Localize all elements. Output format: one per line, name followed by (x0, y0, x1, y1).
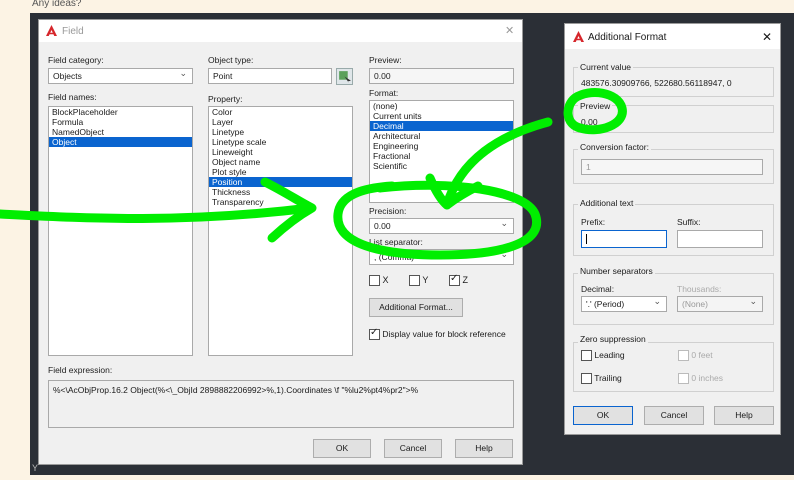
ok-button[interactable]: OK (573, 406, 633, 425)
help-button[interactable]: Help (714, 406, 774, 425)
list-item-selected[interactable]: Decimal (370, 121, 513, 131)
list-item[interactable]: Fractional (370, 151, 513, 161)
preview-label: Preview (578, 101, 613, 111)
checkbox-box (581, 373, 592, 385)
thousands-separator-dropdown: (None) (677, 296, 763, 312)
checkbox-box-checked (369, 327, 380, 341)
field-expression-label: Field expression: (48, 365, 113, 375)
list-item[interactable]: Formula (49, 117, 192, 127)
field-dialog-titlebar[interactable] (39, 20, 522, 42)
checkbox-box (369, 275, 380, 287)
number-separators-label: Number separators (578, 266, 655, 276)
field-category-dropdown[interactable]: Objects (48, 68, 193, 84)
preview-value: 0.00 (581, 117, 598, 127)
field-dialog-title: Field (62, 26, 84, 37)
list-separator-dropdown[interactable]: , (Comma) (369, 249, 514, 265)
suffix-label: Suffix: (677, 217, 701, 227)
x-checkbox[interactable]: X (369, 275, 389, 287)
current-value-label: Current value (578, 62, 634, 72)
checkbox-box-checked (449, 273, 460, 287)
format-list[interactable]: (none) Current units Decimal Architectur… (369, 100, 514, 203)
list-item-selected[interactable]: Position (209, 177, 352, 187)
list-item[interactable]: Thickness (209, 187, 352, 197)
preview-field: 0.00 (369, 68, 514, 84)
field-expression-box[interactable]: %<\AcObjProp.16.2 Object(%<\_ObjId 28988… (48, 380, 514, 428)
autocad-logo-icon (573, 31, 584, 42)
precision-dropdown[interactable]: 0.00 (369, 218, 514, 234)
precision-label: Precision: (369, 206, 407, 216)
field-category-label: Field category: (48, 55, 104, 65)
list-item[interactable]: Plot style (209, 167, 352, 177)
help-button[interactable]: Help (455, 439, 513, 458)
list-item[interactable]: Linetype scale (209, 137, 352, 147)
thousands-label: Thousands: (677, 284, 722, 294)
list-item[interactable]: Lineweight (209, 147, 352, 157)
list-item[interactable]: Linetype (209, 127, 352, 137)
select-object-button[interactable] (336, 68, 353, 85)
list-item[interactable]: Layer (209, 117, 352, 127)
list-item[interactable]: Transparency (209, 197, 352, 207)
list-item[interactable]: Architectural (370, 131, 513, 141)
format-label: Format: (369, 88, 399, 98)
cancel-button[interactable]: Cancel (384, 439, 442, 458)
list-item-selected[interactable]: Object (49, 137, 192, 147)
additional-format-button[interactable]: Additional Format... (369, 298, 463, 317)
ok-button[interactable]: OK (313, 439, 371, 458)
additional-format-dialog: Additional Format ✕ Current value 483576… (564, 23, 781, 435)
select-objects-icon (339, 71, 351, 84)
list-item[interactable]: BlockPlaceholder (49, 107, 192, 117)
zero-feet-checkbox: 0 feet (678, 350, 713, 362)
close-icon[interactable]: ✕ (505, 24, 514, 37)
cancel-button[interactable]: Cancel (644, 406, 704, 425)
current-value-text: 483576.30909766, 522680.56118947, 0 (581, 78, 732, 88)
object-type-label: Object type: (208, 55, 254, 65)
field-dialog: Field ✕ Field category: Objects Field na… (38, 19, 523, 465)
zero-inches-checkbox: 0 inches (678, 373, 723, 385)
conversion-factor-field: 1 (581, 159, 763, 175)
list-separator-label: List separator: (369, 237, 423, 247)
field-names-label: Field names: (48, 92, 97, 102)
checkbox-box (581, 350, 592, 362)
conversion-factor-label: Conversion factor: (578, 142, 651, 152)
checkbox-box (409, 275, 420, 287)
list-item[interactable]: Color (209, 107, 352, 117)
trailing-checkbox[interactable]: Trailing (581, 373, 622, 385)
checkbox-box (678, 373, 689, 385)
display-value-checkbox[interactable]: Display value for block reference (369, 327, 506, 341)
prefix-label: Prefix: (581, 217, 606, 227)
prefix-input[interactable] (581, 230, 667, 248)
leading-checkbox[interactable]: Leading (581, 350, 625, 362)
list-item[interactable]: Engineering (370, 141, 513, 151)
close-icon[interactable]: ✕ (762, 30, 772, 44)
preview-label: Preview: (369, 55, 402, 65)
decimal-label: Decimal: (581, 284, 615, 294)
list-item[interactable]: NamedObject (49, 127, 192, 137)
checkbox-box (678, 350, 689, 362)
y-checkbox[interactable]: Y (409, 275, 428, 287)
list-item[interactable]: (none) (370, 101, 513, 111)
list-item[interactable]: Scientific (370, 161, 513, 171)
property-list[interactable]: Color Layer Linetype Linetype scale Line… (208, 106, 353, 356)
list-item[interactable]: Current units (370, 111, 513, 121)
property-label: Property: (208, 94, 243, 104)
field-names-list[interactable]: BlockPlaceholder Formula NamedObject Obj… (48, 106, 193, 356)
forum-question-text: Any ideas? (32, 0, 82, 9)
object-type-field[interactable]: Point (208, 68, 332, 84)
z-checkbox[interactable]: Z (449, 273, 468, 287)
additional-format-title: Additional Format (588, 32, 667, 43)
decimal-separator-dropdown[interactable]: '.' (Period) (581, 296, 667, 312)
autocad-logo-icon (46, 25, 57, 36)
additional-text-label: Additional text (578, 198, 636, 208)
zero-suppression-label: Zero suppression (578, 334, 648, 344)
suffix-input[interactable] (677, 230, 763, 248)
list-item[interactable]: Object name (209, 157, 352, 167)
